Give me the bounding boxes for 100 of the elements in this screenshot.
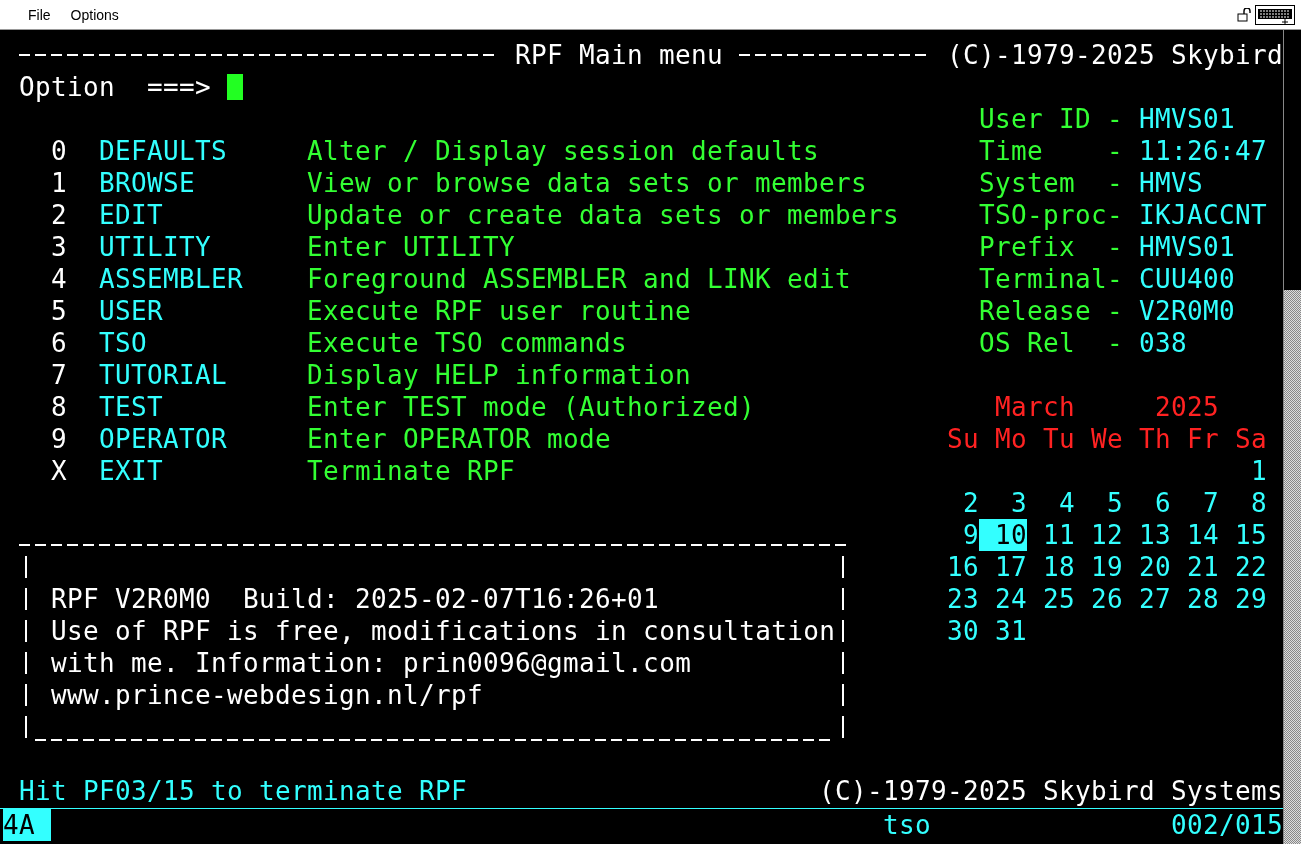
option-key: 8 — [51, 391, 67, 423]
option-key: 4 — [51, 263, 67, 295]
info-label: TSO-proc- — [979, 199, 1123, 231]
option-prompt: ===> — [147, 71, 211, 103]
info-label: System - — [979, 167, 1123, 199]
cursor-position: 002/015 — [1171, 809, 1283, 841]
calendar-day[interactable]: 28 — [1171, 583, 1219, 615]
option-name[interactable]: OPERATOR — [99, 423, 291, 455]
option-label: Option — [19, 71, 115, 103]
weekday-label: Fr — [1187, 423, 1219, 455]
option-field[interactable] — [227, 74, 243, 100]
calendar-day[interactable]: 30 — [931, 615, 979, 647]
option-description: Terminate RPF — [307, 455, 517, 487]
option-description: Update or create data sets or members — [307, 199, 901, 231]
option-name[interactable]: TSO — [99, 327, 291, 359]
option-key: 9 — [51, 423, 67, 455]
weekday-label: Mo — [995, 423, 1027, 455]
calendar-day[interactable]: 20 — [1123, 551, 1171, 583]
info-text: www.prince-webdesign.nl/rpf — [51, 679, 485, 711]
option-description: Alter / Display session defaults — [307, 135, 821, 167]
info-value: CUU400 — [1139, 263, 1237, 295]
calendar-day[interactable]: 27 — [1123, 583, 1171, 615]
info-value: 11:26:47 — [1139, 135, 1269, 167]
option-key: 7 — [51, 359, 67, 391]
session-name: tso — [883, 809, 931, 841]
calendar-day[interactable]: 9 — [931, 519, 979, 551]
weekday-label: Sa — [1235, 423, 1267, 455]
info-label: User ID - — [979, 103, 1123, 135]
calendar-year: 2025 — [1155, 391, 1219, 423]
calendar-day[interactable]: 13 — [1123, 519, 1171, 551]
option-name[interactable]: TEST — [99, 391, 291, 423]
copyright-text: (C)-1979-2025 Skybird — [947, 39, 1283, 71]
info-label: Terminal- — [979, 263, 1123, 295]
info-value: HMVS — [1139, 167, 1204, 199]
option-key: X — [51, 455, 67, 487]
option-description: Enter OPERATOR mode — [307, 423, 613, 455]
calendar-day[interactable]: 14 — [1171, 519, 1219, 551]
screen-title: RPF Main menu — [515, 39, 723, 71]
keyboard-icon[interactable] — [1255, 4, 1295, 25]
info-text: RPF V2R0M0 Build: 2025-02-07T16:26+01 — [51, 583, 661, 615]
option-description: Foreground ASSEMBLER and LINK edit — [307, 263, 853, 295]
option-description: Enter UTILITY — [307, 231, 517, 263]
calendar-day[interactable]: 25 — [1027, 583, 1075, 615]
option-name[interactable]: EDIT — [99, 199, 291, 231]
calendar-day[interactable]: 31 — [979, 615, 1027, 647]
option-description: Execute RPF user routine — [307, 295, 693, 327]
option-name[interactable]: BROWSE — [99, 167, 291, 199]
calendar-day[interactable]: 1 — [1219, 455, 1267, 487]
info-value: 038 — [1139, 327, 1188, 359]
option-key: 3 — [51, 231, 67, 263]
calendar-day[interactable]: 11 — [1027, 519, 1075, 551]
option-key: 6 — [51, 327, 67, 359]
weekday-label: Tu — [1043, 423, 1075, 455]
scrollbar[interactable] — [1283, 30, 1301, 844]
menu-item[interactable]: Options — [60, 4, 129, 25]
calendar-day[interactable]: 24 — [979, 583, 1027, 615]
calendar-day[interactable]: 6 — [1123, 487, 1171, 519]
option-name[interactable]: UTILITY — [99, 231, 291, 263]
option-name[interactable]: USER — [99, 295, 291, 327]
info-label: Prefix - — [979, 231, 1123, 263]
weekday-label: We — [1091, 423, 1123, 455]
status-indicator: 4A — [3, 809, 51, 841]
option-name[interactable]: EXIT — [99, 455, 291, 487]
calendar-day[interactable]: 12 — [1075, 519, 1123, 551]
option-name[interactable]: TUTORIAL — [99, 359, 291, 391]
calendar-day[interactable]: 5 — [1075, 487, 1123, 519]
calendar-day[interactable]: 3 — [979, 487, 1027, 519]
info-value: IKJACCNT — [1139, 199, 1269, 231]
option-key: 0 — [51, 135, 67, 167]
info-label: OS Rel - — [979, 327, 1123, 359]
calendar-day[interactable]: 26 — [1075, 583, 1123, 615]
option-description: Display HELP information — [307, 359, 693, 391]
calendar-day[interactable]: 22 — [1219, 551, 1267, 583]
calendar-day[interactable]: 18 — [1027, 551, 1075, 583]
calendar-day[interactable]: 8 — [1219, 487, 1267, 519]
calendar-day[interactable]: 2 — [931, 487, 979, 519]
option-key: 5 — [51, 295, 67, 327]
info-text: Use of RPF is free, modifications in consultation — [51, 615, 835, 647]
calendar-day[interactable]: 17 — [979, 551, 1027, 583]
calendar-day[interactable]: 19 — [1075, 551, 1123, 583]
calendar-day[interactable]: 7 — [1171, 487, 1219, 519]
weekday-label: Th — [1139, 423, 1171, 455]
option-name[interactable]: ASSEMBLER — [99, 263, 291, 295]
info-text: with me. Information: prin0096@gmail.com — [51, 647, 693, 679]
calendar-day[interactable]: 23 — [931, 583, 979, 615]
copyright-text: (C)-1979-2025 Skybird Systems — [819, 775, 1283, 807]
calendar-day[interactable]: 4 — [1027, 487, 1075, 519]
option-description: Execute TSO commands — [307, 327, 629, 359]
option-description: Enter TEST mode (Authorized) — [307, 391, 757, 423]
calendar-day[interactable]: 16 — [931, 551, 979, 583]
info-label: Release - — [979, 295, 1123, 327]
menu-item[interactable]: File — [18, 4, 61, 25]
calendar-day[interactable]: 15 — [1219, 519, 1267, 551]
option-name[interactable]: DEFAULTS — [99, 135, 291, 167]
lock-icon[interactable] — [1237, 7, 1251, 22]
info-value: HMVS01 — [1139, 231, 1237, 263]
option-key: 2 — [51, 199, 67, 231]
calendar-day[interactable]: 10 — [979, 519, 1027, 551]
calendar-day[interactable]: 29 — [1219, 583, 1267, 615]
calendar-day[interactable]: 21 — [1171, 551, 1219, 583]
